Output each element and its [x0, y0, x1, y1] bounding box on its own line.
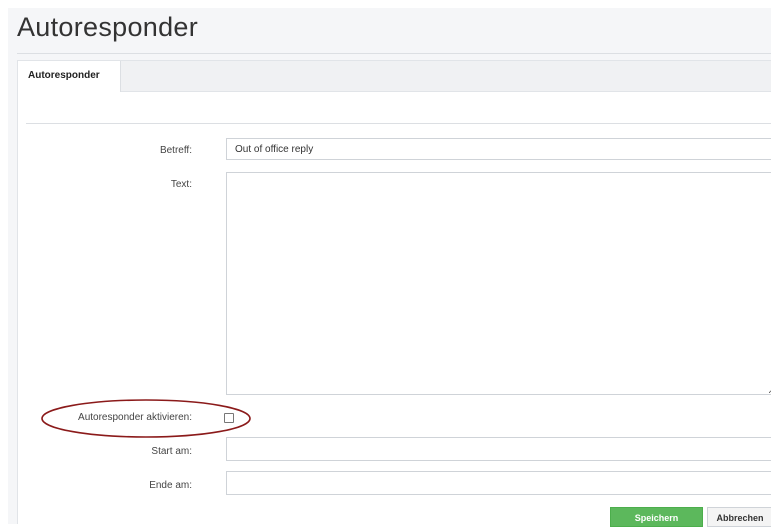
start-date-input[interactable] [226, 437, 771, 461]
tab-bar: Autoresponder [18, 61, 771, 92]
end-label: Ende am: [149, 480, 192, 491]
page-title: Autoresponder [17, 12, 199, 42]
activate-checkbox[interactable] [224, 413, 234, 423]
end-date-input[interactable] [226, 471, 771, 495]
tab-autoresponder[interactable]: Autoresponder [18, 61, 121, 92]
subject-label: Betreff: [159, 145, 192, 156]
cancel-button[interactable]: Abbrechen [707, 507, 771, 527]
start-label: Start am: [151, 446, 192, 457]
title-divider [17, 53, 771, 54]
form-divider [26, 123, 771, 124]
page-container: Autoresponder Autoresponder Betreff: Tex… [8, 8, 771, 527]
autoresponder-panel: Autoresponder Betreff: Text: Autorespond… [17, 60, 771, 527]
text-textarea[interactable] [226, 172, 771, 395]
text-label: Text: [170, 179, 192, 190]
subject-input[interactable] [226, 138, 771, 160]
save-button[interactable]: Speichern [610, 507, 703, 527]
activate-label: Autoresponder aktivieren: [78, 412, 192, 423]
